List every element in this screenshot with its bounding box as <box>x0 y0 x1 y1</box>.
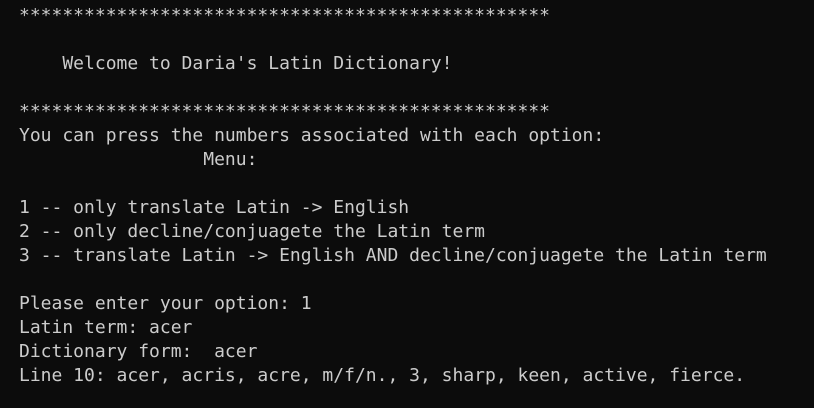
latin-term-output: Latin term: acer <box>19 317 193 338</box>
menu-option-3: 3 -- translate Latin -> English AND decl… <box>19 245 767 266</box>
banner-bottom: ****************************************… <box>19 101 551 122</box>
instruction-text: You can press the numbers associated wit… <box>19 125 605 146</box>
terminal-window[interactable]: ****************************************… <box>0 0 814 408</box>
welcome-title: Welcome to Daria's Latin Dictionary! <box>19 53 453 74</box>
option-prompt: Please enter your option: 1 <box>19 293 312 314</box>
terminal-output: ****************************************… <box>19 4 809 388</box>
dictionary-form-output: Dictionary form: acer <box>19 341 258 362</box>
menu-option-1: 1 -- only translate Latin -> English <box>19 197 410 218</box>
menu-heading: Menu: <box>19 149 258 170</box>
banner-top: ****************************************… <box>19 5 551 26</box>
dictionary-entry-output: Line 10: acer, acris, acre, m/f/n., 3, s… <box>19 365 746 386</box>
menu-option-2: 2 -- only decline/conjuagete the Latin t… <box>19 221 485 242</box>
